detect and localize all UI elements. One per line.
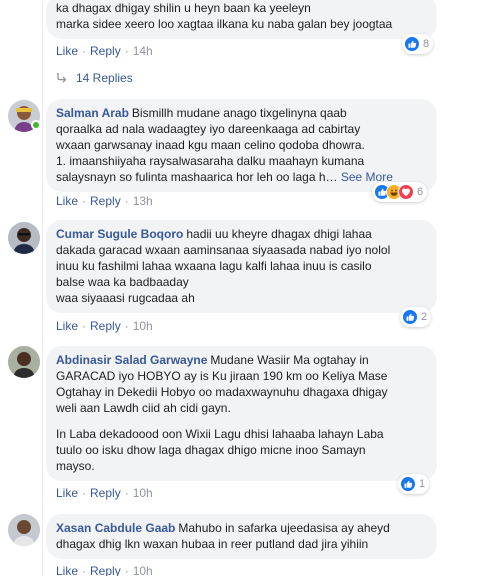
reaction-summary[interactable]: 1: [398, 474, 430, 494]
comment-bubble: Abdinasir Salad Garwayne Mudane Wasiir Ma…: [46, 346, 437, 481]
avatar[interactable]: [8, 346, 40, 378]
reply-link[interactable]: Reply: [90, 564, 121, 576]
comment-line: Abdinasir Salad Garwayne Mudane Wasiir Ma…: [56, 353, 369, 367]
comment-actions: Like · Reply · 10h: [56, 319, 153, 333]
comment-timestamp[interactable]: 14h: [133, 44, 153, 58]
comment-line: balse waa ka badbaaday: [56, 275, 189, 289]
reply-link[interactable]: Reply: [90, 486, 121, 500]
comment-bubble: Xasan Cabdule Gaab Mahubo in safarka ujee…: [46, 514, 437, 559]
reaction-summary[interactable]: 2: [400, 307, 432, 327]
comment-line: Ogtahay in Dekedii Hobyo oo madaxwaynuhu…: [56, 385, 388, 399]
comment-line: Salman Arab Bismillh mudane anago tixgeli…: [56, 106, 347, 120]
comment-line: ka dhagax dhigay shilin u heyn baan ka y…: [56, 1, 311, 15]
comment-line: Xasan Cabdule Gaab Mahubo in safarka ujee…: [56, 521, 390, 535]
comment-bubble: Salman Arab Bismillh mudane anago tixgeli…: [46, 99, 437, 192]
online-status-dot: [31, 120, 41, 130]
comment-timestamp[interactable]: 10h: [133, 319, 153, 333]
comment-line: GARACAD iyo HOBYO ay is Ku jiraan 190 km…: [56, 369, 388, 383]
comment-line: waa siyaaasi rugcadaa ah: [56, 291, 195, 305]
comment-actions: Like · Reply · 10h: [56, 564, 153, 576]
like-icon: [400, 476, 416, 492]
reaction-count: 2: [421, 311, 428, 323]
like-link[interactable]: Like: [56, 486, 78, 500]
like-link[interactable]: Like: [56, 194, 78, 208]
comment-line: marka sidee xeero loo xagtaa ilkana ku n…: [56, 17, 393, 31]
comment-line: tuulo oo isku dhow laga dhagax dhigo mic…: [56, 443, 366, 457]
comment-bubble: Cumar Sugule Boqoro hadii uu kheyre dhaga…: [46, 220, 437, 313]
reaction-count: 8: [423, 38, 430, 50]
reply-link[interactable]: Reply: [90, 44, 121, 58]
comment-line: In Laba dekadoood oon Wixii Lagu dhisi l…: [56, 427, 384, 441]
comment-line: weli aan Lawdh ciid ah cidi gayn.: [56, 401, 231, 415]
comment-author[interactable]: Abdinasir Salad Garwayne: [56, 353, 207, 367]
reply-arrow-icon: [57, 73, 67, 83]
love-icon: [398, 184, 414, 200]
replies-count-label: 14 Replies: [76, 71, 133, 85]
reaction-count: 6: [417, 186, 424, 198]
like-link[interactable]: Like: [56, 319, 78, 333]
comment-timestamp[interactable]: 13h: [133, 194, 153, 208]
comment-actions: Like · Reply · 13h: [56, 194, 153, 208]
comment-author[interactable]: Xasan Cabdule Gaab: [56, 521, 175, 535]
comment-actions: Like · Reply · 10h: [56, 486, 153, 500]
comment-bubble: ka dhagax dhigay shilin u heyn baan ka y…: [46, 0, 437, 39]
view-replies-link[interactable]: 14 Replies: [56, 71, 133, 85]
comment-line: dhagax dhig lkn waxan hubaa in reer putl…: [56, 537, 369, 551]
comment-line: wxaan garwsanay inaad kgu maan celino qo…: [56, 138, 365, 152]
reply-link[interactable]: Reply: [90, 319, 121, 333]
comment-line: salaysnayn so fulinta mashaarica hor leh…: [56, 170, 393, 184]
comment-line: mayso.: [56, 459, 95, 473]
comment-timestamp[interactable]: 10h: [133, 486, 153, 500]
like-icon: [402, 309, 418, 325]
comment-actions: Like · Reply · 14h: [56, 44, 153, 58]
reply-link[interactable]: Reply: [90, 194, 121, 208]
thread-rail: [42, 0, 43, 576]
comment-line: inuu ku fashilmi lahaa wxaana lagu kalfi…: [56, 259, 372, 273]
like-icon: [404, 36, 420, 52]
reaction-count: 1: [419, 478, 426, 490]
comment-line: qoraalka ad nala wadaagtey iyo dareenkaa…: [56, 122, 361, 136]
avatar[interactable]: [8, 514, 40, 546]
reaction-summary[interactable]: 8: [402, 34, 434, 54]
comment-timestamp[interactable]: 10h: [133, 564, 153, 576]
like-link[interactable]: Like: [56, 564, 78, 576]
comment-line: 1. imaanshiiyaha raysalwasaraha dalku ma…: [56, 154, 365, 168]
avatar[interactable]: [8, 222, 40, 254]
reaction-summary[interactable]: 6: [372, 182, 428, 202]
like-link[interactable]: Like: [56, 44, 78, 58]
comment-author[interactable]: Salman Arab: [56, 106, 129, 120]
comment-line: Cumar Sugule Boqoro hadii uu kheyre dhaga…: [56, 227, 372, 241]
comment-author[interactable]: Cumar Sugule Boqoro: [56, 227, 183, 241]
comment-line: dakada garacad wxaan aaminsanaa siyaasad…: [56, 243, 391, 257]
